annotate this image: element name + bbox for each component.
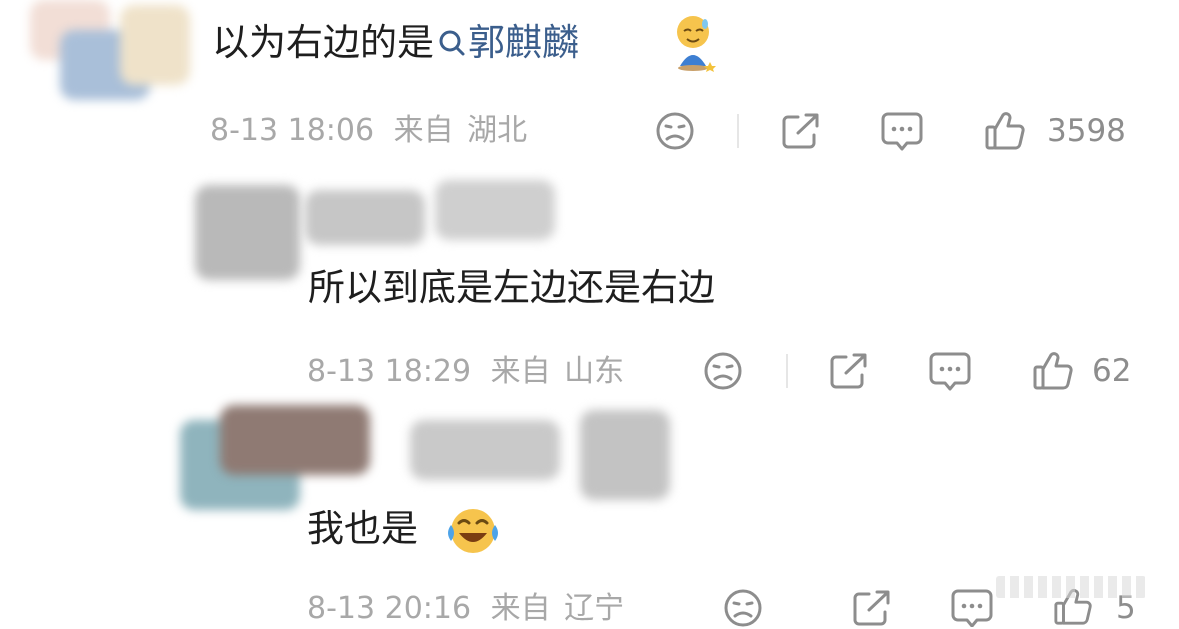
comment-icon[interactable] <box>880 110 924 154</box>
comment-icon[interactable] <box>950 587 994 627</box>
comment-text-row: 我也是 <box>307 505 418 553</box>
topic-link[interactable]: 郭麒麟 <box>434 21 579 64</box>
like-count: 62 <box>1092 353 1132 389</box>
comment-location: 辽宁 <box>564 591 625 626</box>
share-icon[interactable] <box>851 588 893 627</box>
action-separator <box>786 354 788 388</box>
avatar-redacted[interactable] <box>30 0 200 115</box>
thumbs-up-icon <box>1033 352 1073 390</box>
frown-face-icon[interactable] <box>655 111 695 151</box>
like-count: 3598 <box>1047 113 1126 149</box>
comment-text: 所以到底是左边还是右边 <box>308 266 715 309</box>
frown-face-icon[interactable] <box>703 351 743 391</box>
comment-text: 以为右边的是 郭麒麟 <box>212 19 579 67</box>
thumbs-up-icon <box>985 112 1025 150</box>
emoji-laugh-cry-icon <box>448 509 498 553</box>
comment-from-label: 来自 <box>490 354 551 389</box>
share-icon[interactable] <box>828 351 870 391</box>
comment-text-prefix: 以为右边的是 <box>212 21 434 64</box>
comment-from-label: 来自 <box>490 591 551 626</box>
watermark <box>996 572 1156 602</box>
topic-link-label: 郭麒麟 <box>468 21 579 64</box>
comment-from-label: 来自 <box>393 113 454 148</box>
comment-text: 我也是 <box>307 507 418 550</box>
search-icon <box>439 30 465 56</box>
comment-location: 山东 <box>564 354 625 389</box>
share-icon[interactable] <box>780 111 822 151</box>
comment-icon[interactable] <box>928 350 972 394</box>
emoji-person-icon <box>677 16 716 72</box>
comment-date: 8-13 20:16 <box>307 591 472 626</box>
comment-date: 8-13 18:29 <box>307 354 472 389</box>
action-separator <box>737 114 739 148</box>
comment-location: 湖北 <box>467 113 528 148</box>
username-redacted[interactable] <box>170 400 680 520</box>
frown-face-icon[interactable] <box>723 588 763 628</box>
comment-date: 8-13 18:06 <box>210 113 375 148</box>
